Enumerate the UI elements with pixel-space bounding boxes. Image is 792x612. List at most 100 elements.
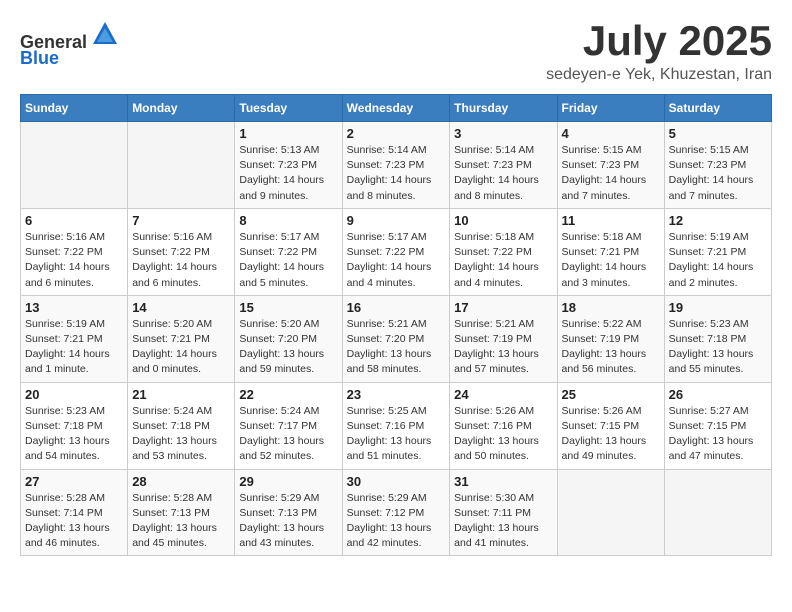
calendar-cell — [664, 469, 771, 556]
calendar-cell: 25 Sunrise: 5:26 AM Sunset: 7:15 PM Dayli… — [557, 382, 664, 469]
day-number: 5 — [669, 126, 767, 141]
day-number: 21 — [132, 387, 230, 402]
header-cell-friday: Friday — [557, 95, 664, 122]
day-number: 10 — [454, 213, 552, 228]
day-info: Sunrise: 5:13 AM Sunset: 7:23 PM Dayligh… — [239, 143, 337, 204]
day-info: Sunrise: 5:24 AM Sunset: 7:18 PM Dayligh… — [132, 404, 230, 465]
day-info: Sunrise: 5:28 AM Sunset: 7:13 PM Dayligh… — [132, 491, 230, 552]
day-number: 1 — [239, 126, 337, 141]
day-number: 15 — [239, 300, 337, 315]
day-info: Sunrise: 5:23 AM Sunset: 7:18 PM Dayligh… — [25, 404, 123, 465]
calendar-cell — [128, 122, 235, 209]
day-number: 17 — [454, 300, 552, 315]
day-number: 23 — [347, 387, 446, 402]
day-number: 26 — [669, 387, 767, 402]
page-title: July 2025 — [546, 20, 772, 62]
day-number: 3 — [454, 126, 552, 141]
calendar-cell: 13 Sunrise: 5:19 AM Sunset: 7:21 PM Dayli… — [21, 295, 128, 382]
day-info: Sunrise: 5:14 AM Sunset: 7:23 PM Dayligh… — [347, 143, 446, 204]
calendar-cell: 7 Sunrise: 5:16 AM Sunset: 7:22 PM Daylig… — [128, 208, 235, 295]
day-info: Sunrise: 5:26 AM Sunset: 7:15 PM Dayligh… — [562, 404, 660, 465]
day-info: Sunrise: 5:15 AM Sunset: 7:23 PM Dayligh… — [669, 143, 767, 204]
calendar-cell: 20 Sunrise: 5:23 AM Sunset: 7:18 PM Dayli… — [21, 382, 128, 469]
day-number: 25 — [562, 387, 660, 402]
day-info: Sunrise: 5:18 AM Sunset: 7:21 PM Dayligh… — [562, 230, 660, 291]
calendar-cell: 6 Sunrise: 5:16 AM Sunset: 7:22 PM Daylig… — [21, 208, 128, 295]
calendar-cell: 3 Sunrise: 5:14 AM Sunset: 7:23 PM Daylig… — [450, 122, 557, 209]
logo: General Blue — [20, 20, 119, 69]
calendar-cell: 14 Sunrise: 5:20 AM Sunset: 7:21 PM Dayli… — [128, 295, 235, 382]
calendar-cell: 23 Sunrise: 5:25 AM Sunset: 7:16 PM Dayli… — [342, 382, 450, 469]
title-section: July 2025 sedeyen-e Yek, Khuzestan, Iran — [546, 20, 772, 84]
day-info: Sunrise: 5:24 AM Sunset: 7:17 PM Dayligh… — [239, 404, 337, 465]
day-number: 31 — [454, 474, 552, 489]
day-info: Sunrise: 5:21 AM Sunset: 7:20 PM Dayligh… — [347, 317, 446, 378]
day-number: 24 — [454, 387, 552, 402]
day-info: Sunrise: 5:20 AM Sunset: 7:20 PM Dayligh… — [239, 317, 337, 378]
day-number: 8 — [239, 213, 337, 228]
day-number: 13 — [25, 300, 123, 315]
header-cell-tuesday: Tuesday — [235, 95, 342, 122]
day-info: Sunrise: 5:19 AM Sunset: 7:21 PM Dayligh… — [669, 230, 767, 291]
day-info: Sunrise: 5:20 AM Sunset: 7:21 PM Dayligh… — [132, 317, 230, 378]
day-info: Sunrise: 5:26 AM Sunset: 7:16 PM Dayligh… — [454, 404, 552, 465]
calendar-cell: 5 Sunrise: 5:15 AM Sunset: 7:23 PM Daylig… — [664, 122, 771, 209]
header-row: SundayMondayTuesdayWednesdayThursdayFrid… — [21, 95, 772, 122]
day-info: Sunrise: 5:14 AM Sunset: 7:23 PM Dayligh… — [454, 143, 552, 204]
calendar-header: SundayMondayTuesdayWednesdayThursdayFrid… — [21, 95, 772, 122]
calendar-cell — [557, 469, 664, 556]
page-header: General Blue July 2025 sedeyen-e Yek, Kh… — [20, 20, 772, 84]
day-number: 30 — [347, 474, 446, 489]
day-info: Sunrise: 5:29 AM Sunset: 7:12 PM Dayligh… — [347, 491, 446, 552]
day-info: Sunrise: 5:27 AM Sunset: 7:15 PM Dayligh… — [669, 404, 767, 465]
day-info: Sunrise: 5:16 AM Sunset: 7:22 PM Dayligh… — [132, 230, 230, 291]
calendar-body: 1 Sunrise: 5:13 AM Sunset: 7:23 PM Daylig… — [21, 122, 772, 556]
calendar-cell: 12 Sunrise: 5:19 AM Sunset: 7:21 PM Dayli… — [664, 208, 771, 295]
calendar-cell: 4 Sunrise: 5:15 AM Sunset: 7:23 PM Daylig… — [557, 122, 664, 209]
day-number: 20 — [25, 387, 123, 402]
calendar-cell: 15 Sunrise: 5:20 AM Sunset: 7:20 PM Dayli… — [235, 295, 342, 382]
day-number: 22 — [239, 387, 337, 402]
calendar-cell — [21, 122, 128, 209]
calendar-cell: 16 Sunrise: 5:21 AM Sunset: 7:20 PM Dayli… — [342, 295, 450, 382]
day-number: 29 — [239, 474, 337, 489]
day-info: Sunrise: 5:16 AM Sunset: 7:22 PM Dayligh… — [25, 230, 123, 291]
day-number: 19 — [669, 300, 767, 315]
header-cell-monday: Monday — [128, 95, 235, 122]
day-info: Sunrise: 5:17 AM Sunset: 7:22 PM Dayligh… — [347, 230, 446, 291]
day-number: 6 — [25, 213, 123, 228]
day-info: Sunrise: 5:18 AM Sunset: 7:22 PM Dayligh… — [454, 230, 552, 291]
day-number: 18 — [562, 300, 660, 315]
calendar-cell: 17Sunrise: 5:21 AM Sunset: 7:19 PM Dayli… — [450, 295, 557, 382]
calendar-cell: 29Sunrise: 5:29 AM Sunset: 7:13 PM Dayli… — [235, 469, 342, 556]
day-info: Sunrise: 5:15 AM Sunset: 7:23 PM Dayligh… — [562, 143, 660, 204]
calendar-week-5: 27Sunrise: 5:28 AM Sunset: 7:14 PM Dayli… — [21, 469, 772, 556]
calendar-cell: 19 Sunrise: 5:23 AM Sunset: 7:18 PM Dayli… — [664, 295, 771, 382]
calendar-cell: 24 Sunrise: 5:26 AM Sunset: 7:16 PM Dayli… — [450, 382, 557, 469]
logo-blue: Blue — [20, 48, 59, 68]
day-number: 14 — [132, 300, 230, 315]
calendar-cell: 30 Sunrise: 5:29 AM Sunset: 7:12 PM Dayli… — [342, 469, 450, 556]
day-info: Sunrise: 5:23 AM Sunset: 7:18 PM Dayligh… — [669, 317, 767, 378]
calendar-cell: 26 Sunrise: 5:27 AM Sunset: 7:15 PM Dayli… — [664, 382, 771, 469]
day-number: 7 — [132, 213, 230, 228]
calendar-cell: 11Sunrise: 5:18 AM Sunset: 7:21 PM Dayli… — [557, 208, 664, 295]
day-number: 16 — [347, 300, 446, 315]
day-info: Sunrise: 5:19 AM Sunset: 7:21 PM Dayligh… — [25, 317, 123, 378]
day-number: 27 — [25, 474, 123, 489]
day-number: 12 — [669, 213, 767, 228]
calendar-cell: 22 Sunrise: 5:24 AM Sunset: 7:17 PM Dayli… — [235, 382, 342, 469]
calendar-cell: 21 Sunrise: 5:24 AM Sunset: 7:18 PM Dayli… — [128, 382, 235, 469]
calendar-week-2: 6 Sunrise: 5:16 AM Sunset: 7:22 PM Daylig… — [21, 208, 772, 295]
calendar-week-3: 13 Sunrise: 5:19 AM Sunset: 7:21 PM Dayli… — [21, 295, 772, 382]
day-info: Sunrise: 5:17 AM Sunset: 7:22 PM Dayligh… — [239, 230, 337, 291]
header-cell-thursday: Thursday — [450, 95, 557, 122]
day-info: Sunrise: 5:22 AM Sunset: 7:19 PM Dayligh… — [562, 317, 660, 378]
day-info: Sunrise: 5:30 AM Sunset: 7:11 PM Dayligh… — [454, 491, 552, 552]
day-number: 4 — [562, 126, 660, 141]
calendar-cell: 28Sunrise: 5:28 AM Sunset: 7:13 PM Dayli… — [128, 469, 235, 556]
logo-icon — [91, 20, 119, 48]
day-number: 9 — [347, 213, 446, 228]
calendar-cell: 18 Sunrise: 5:22 AM Sunset: 7:19 PM Dayli… — [557, 295, 664, 382]
day-info: Sunrise: 5:25 AM Sunset: 7:16 PM Dayligh… — [347, 404, 446, 465]
